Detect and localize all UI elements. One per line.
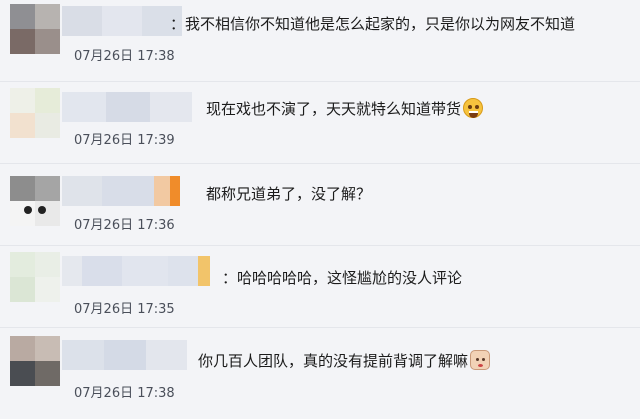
comment-time: 07月26日 17:38 [74,49,175,64]
comment-time: 07月26日 17:35 [74,302,175,317]
face-emoji-icon [470,350,491,370]
comment-time: 07月26日 17:38 [74,386,175,401]
comment-item: 你几百人团队，真的没有提前背调了解嘛 07月26日 17:38 [0,328,640,419]
avatar[interactable] [10,336,60,386]
username[interactable] [62,6,182,36]
avatar[interactable] [10,4,60,54]
username[interactable] [62,176,180,206]
comment-item: 现在戏也不演了，天天就特么知道带货 07月26日 17:39 [0,82,640,162]
comment-text: ：我不相信你不知道他是怎么起家的，只是你以为网友不知道 [170,15,576,33]
username[interactable] [62,256,210,286]
avatar[interactable] [10,176,60,226]
comment-text: ：哈哈哈哈哈，这怪尴尬的没人评论 [222,269,463,287]
comment-time: 07月26日 17:39 [74,133,175,148]
comment-item: 都称兄道弟了，没了解？ 07月26日 17:36 [0,164,640,244]
username[interactable] [62,92,192,122]
username[interactable] [62,340,187,370]
comment-item: ：哈哈哈哈哈，这怪尴尬的没人评论 07月26日 17:35 [0,246,640,326]
comment-text: 你几百人团队，真的没有提前背调了解嘛 [198,350,491,371]
comment-text: 都称兄道弟了，没了解？ [206,185,372,203]
avatar[interactable] [10,88,60,138]
comment-text-content: 你几百人团队，真的没有提前背调了解嘛 [198,352,469,370]
comment-text-content: 现在戏也不演了，天天就特么知道带货 [206,100,462,118]
comment-time: 07月26日 17:36 [74,218,175,233]
comment-text: 现在戏也不演了，天天就特么知道带货 [206,98,484,119]
comment-item: ：我不相信你不知道他是怎么起家的，只是你以为网友不知道 07月26日 17:38 [0,0,640,80]
avatar[interactable] [10,252,60,302]
cold-sweat-face-icon [463,98,484,118]
